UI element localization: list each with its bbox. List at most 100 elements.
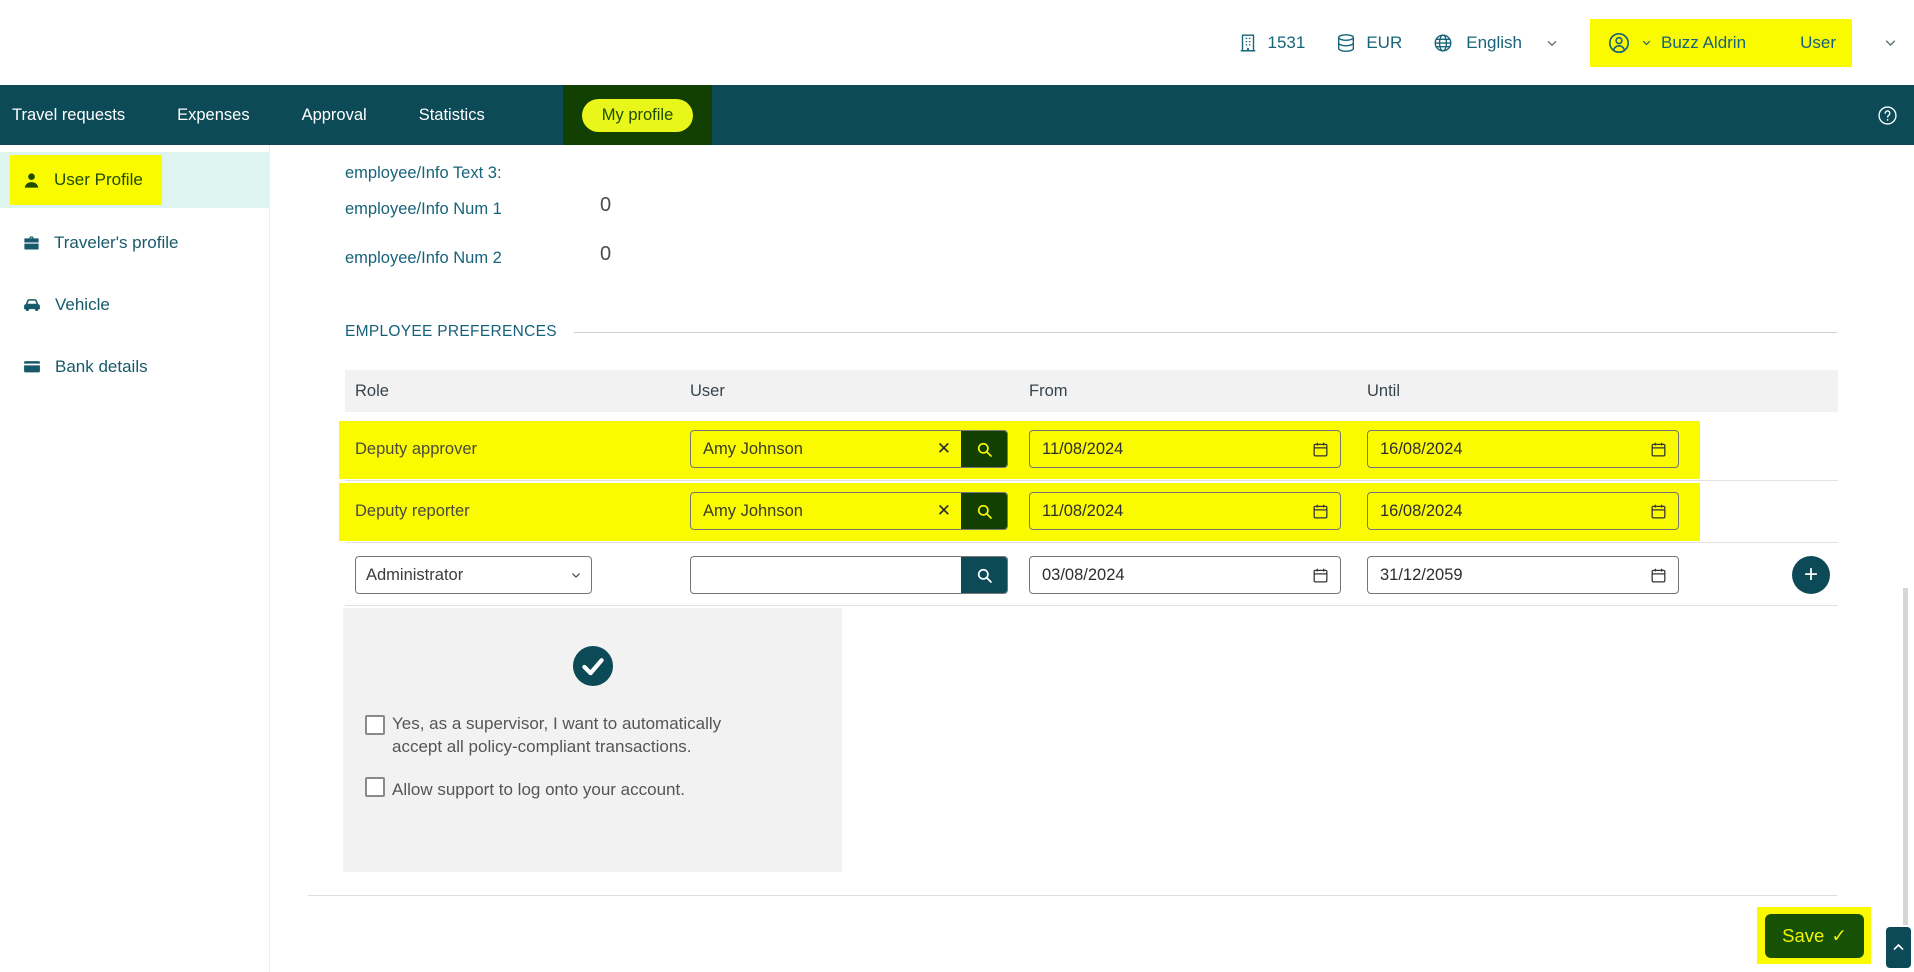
column-header-from: From	[1029, 370, 1068, 412]
chevron-up-icon	[1891, 940, 1906, 955]
search-icon	[975, 566, 994, 585]
from-date-field[interactable]: 11/08/2024	[1029, 492, 1341, 530]
footer-divider	[308, 895, 1837, 896]
sidebar-item-vehicle[interactable]: Vehicle	[22, 292, 110, 318]
search-icon	[975, 502, 994, 521]
calendar-icon[interactable]	[1649, 566, 1668, 585]
user-name: Buzz Aldrin	[1661, 33, 1746, 53]
date-value: 03/08/2024	[1030, 566, 1125, 585]
nav-statistics[interactable]: Statistics	[419, 106, 485, 125]
chevron-down-icon	[1544, 35, 1560, 51]
field-label-info-num-2: employee/Info Num 2	[345, 249, 502, 268]
search-user-button[interactable]	[961, 431, 1007, 467]
until-date-field[interactable]: 16/08/2024	[1367, 492, 1679, 530]
date-value: 11/08/2024	[1030, 440, 1123, 459]
currency-selector[interactable]: EUR	[1335, 32, 1402, 54]
language-selector[interactable]: English	[1432, 32, 1560, 54]
language-label: English	[1466, 33, 1522, 53]
user-field-deputy-approver: ✕	[690, 430, 1008, 468]
sidebar-item-bank-details[interactable]: Bank details	[22, 354, 148, 380]
sidebar-active-highlight: User Profile	[10, 155, 162, 205]
calendar-icon[interactable]	[1649, 502, 1668, 521]
user-input[interactable]	[691, 440, 927, 459]
save-button[interactable]: Save ✓	[1765, 914, 1864, 958]
nav-expenses[interactable]: Expenses	[177, 106, 249, 125]
check-icon: ✓	[1831, 925, 1847, 947]
section-divider	[574, 332, 1837, 333]
sidebar-item-travelers-profile[interactable]: Traveler's profile	[22, 230, 179, 256]
nav-approval[interactable]: Approval	[302, 106, 367, 125]
calendar-icon[interactable]	[1311, 440, 1330, 459]
nav-my-profile-highlight: My profile	[563, 85, 713, 145]
field-value-info-num-1: 0	[600, 194, 611, 217]
calendar-icon[interactable]	[1311, 502, 1330, 521]
date-value: 11/08/2024	[1030, 502, 1123, 521]
row-role-label: Deputy reporter	[355, 502, 470, 521]
row-divider	[345, 480, 1838, 481]
globe-icon	[1432, 32, 1454, 54]
sidebar-item-label: Vehicle	[55, 295, 110, 315]
company-indicator: 1531	[1237, 32, 1306, 54]
car-icon	[22, 295, 42, 315]
user-field-deputy-reporter: ✕	[690, 492, 1008, 530]
column-header-until: Until	[1367, 370, 1400, 412]
briefcase-icon	[22, 234, 41, 253]
sidebar-item-label: Bank details	[55, 357, 148, 377]
checkbox-allow-support[interactable]	[365, 777, 385, 797]
top-header: 1531 EUR English Buzz Aldrin User	[0, 0, 1914, 85]
checkbox-auto-accept[interactable]	[365, 715, 385, 735]
add-row-button[interactable]: +	[1792, 556, 1830, 594]
row-divider	[345, 542, 1838, 543]
search-icon	[975, 440, 994, 459]
sidebar-item-user-profile[interactable]: User Profile	[0, 152, 270, 208]
preferences-table-header: Role User From Until	[345, 370, 1838, 412]
from-date-field[interactable]: 03/08/2024	[1029, 556, 1341, 594]
checkbox-label: Allow support to log onto your account.	[392, 778, 726, 801]
section-title-employee-preferences: EMPLOYEE PREFERENCES	[345, 323, 557, 341]
user-input[interactable]	[691, 502, 927, 521]
until-date-field[interactable]: 31/12/2059	[1367, 556, 1679, 594]
role-select[interactable]: Administrator	[355, 556, 592, 594]
nav-travel-requests[interactable]: Travel requests	[12, 106, 125, 125]
checkbox-label: Yes, as a supervisor, I want to automati…	[392, 712, 726, 759]
row-divider	[345, 605, 1838, 606]
bank-card-icon	[22, 357, 42, 377]
search-user-button[interactable]	[961, 557, 1007, 593]
sidebar-item-label: Traveler's profile	[54, 233, 179, 253]
company-code: 1531	[1268, 33, 1306, 53]
user-role: User	[1800, 33, 1836, 53]
field-label-info-num-1: employee/Info Num 1	[345, 200, 502, 219]
date-value: 31/12/2059	[1368, 566, 1463, 585]
person-icon	[22, 171, 41, 190]
column-header-role: Role	[355, 370, 389, 412]
scroll-to-top-button[interactable]	[1886, 927, 1911, 968]
calendar-icon[interactable]	[1311, 566, 1330, 585]
check-circle-icon	[572, 645, 614, 687]
sidebar-item-label: User Profile	[54, 170, 143, 190]
user-input[interactable]	[691, 566, 961, 585]
field-label-info-text-3: employee/Info Text 3:	[345, 164, 502, 183]
field-value-info-num-2: 0	[600, 243, 611, 266]
user-menu[interactable]: Buzz Aldrin User	[1590, 19, 1852, 67]
date-value: 16/08/2024	[1368, 502, 1463, 521]
user-field-new	[690, 556, 1008, 594]
currency-code: EUR	[1366, 33, 1402, 53]
user-circle-icon	[1606, 30, 1632, 56]
row-role-label: Deputy approver	[355, 440, 477, 459]
search-user-button[interactable]	[961, 493, 1007, 529]
until-date-field[interactable]: 16/08/2024	[1367, 430, 1679, 468]
sidebar: User Profile Traveler's profile Vehicle …	[0, 145, 270, 972]
help-icon[interactable]	[1876, 104, 1899, 127]
main-nav: Travel requests Expenses Approval Statis…	[0, 85, 1914, 145]
column-header-user: User	[690, 370, 725, 412]
from-date-field[interactable]: 11/08/2024	[1029, 430, 1341, 468]
calendar-icon[interactable]	[1649, 440, 1668, 459]
vertical-scrollbar[interactable]	[1903, 588, 1908, 925]
clear-icon[interactable]: ✕	[927, 501, 961, 521]
role-select-wrap: Administrator	[355, 556, 592, 594]
clear-icon[interactable]: ✕	[927, 439, 961, 459]
user-menu-chevron-icon[interactable]	[1882, 34, 1899, 51]
chevron-down-icon	[1640, 36, 1653, 49]
app-root: 1531 EUR English Buzz Aldrin User Travel…	[0, 0, 1914, 972]
nav-my-profile[interactable]: My profile	[582, 99, 694, 132]
